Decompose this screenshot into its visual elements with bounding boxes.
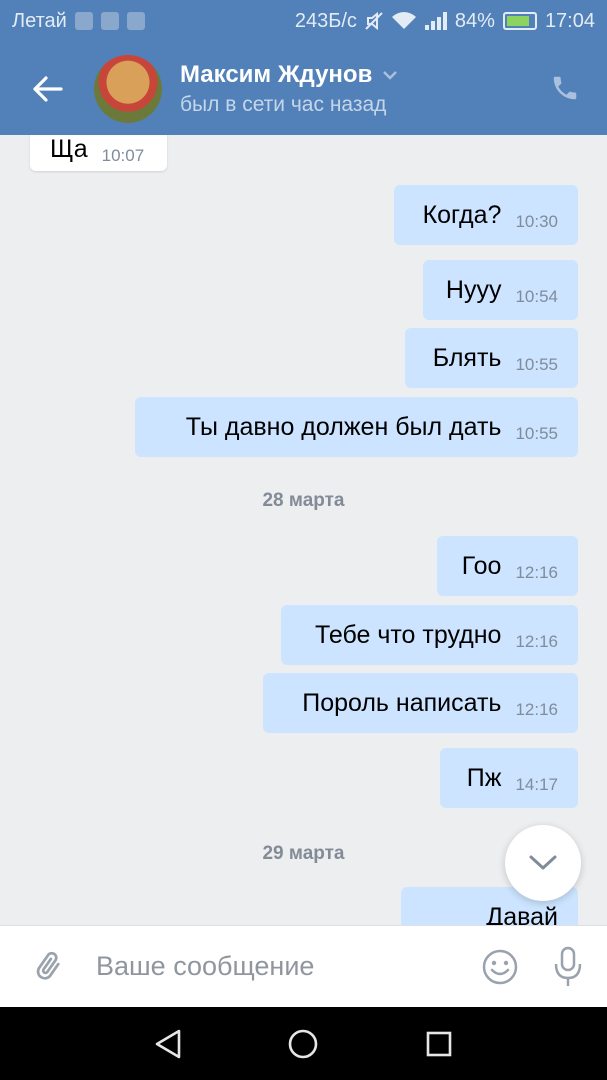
message-text: Давай (486, 903, 558, 925)
paperclip-icon (36, 951, 60, 980)
back-button[interactable] (0, 42, 96, 135)
avatar[interactable] (94, 54, 162, 123)
emoji-button[interactable] (471, 926, 529, 1008)
triangle-back-icon (155, 1029, 181, 1058)
message-text: Ща (50, 135, 88, 163)
message-time: 12:16 (515, 632, 558, 651)
clock: 17:04 (544, 9, 595, 32)
message-time: 10:54 (515, 287, 558, 306)
phone-icon (553, 76, 577, 100)
message-bubble[interactable]: Тебе что трудно 12:16 (281, 605, 578, 665)
attach-button[interactable] (0, 926, 96, 1008)
contact-name: Максим Ждунов (180, 60, 373, 88)
network-speed: 243Б/с (294, 9, 357, 32)
message-time: 14:17 (515, 775, 558, 794)
message-time: 12:16 (515, 563, 558, 582)
app-notification-icon (100, 12, 119, 30)
message-bubble[interactable]: Блять 10:55 (405, 328, 578, 388)
message-input[interactable] (96, 951, 471, 982)
message-bubble[interactable]: Гоо 12:16 (437, 536, 578, 596)
chat-header: Максим Ждунов был в сети час назад (0, 42, 607, 135)
system-nav-bar (0, 1007, 607, 1080)
message-time: 10:55 (515, 355, 558, 374)
call-button[interactable] (545, 68, 585, 108)
message-text: Пж (466, 763, 502, 792)
arrow-left-icon (33, 75, 63, 102)
status-bar: Летай 243Б/с 84% 17:04 (0, 0, 607, 42)
message-bubble[interactable]: Ты давно должен был дать 10:55 (135, 397, 578, 457)
message-time: 10:55 (515, 424, 558, 443)
message-text: Нууу (445, 275, 502, 304)
square-recents-icon (426, 1031, 452, 1056)
message-text: Пороль написать (302, 688, 502, 717)
message-time: 10:07 (101, 146, 145, 165)
message-text: Когда? (422, 200, 502, 229)
message-bubble[interactable]: Ща 10:07 (30, 135, 167, 171)
message-time: 12:16 (515, 700, 558, 719)
chevron-down-icon (529, 855, 557, 870)
carrier-label: Летай (12, 9, 67, 32)
music-notification-icon (74, 12, 93, 30)
wifi-icon (391, 12, 416, 29)
message-text: Ты давно должен был дать (185, 412, 502, 441)
message-text: Блять (432, 343, 502, 372)
message-bubble[interactable]: Нууу 10:54 (423, 260, 578, 320)
smile-icon (482, 949, 518, 984)
message-text: Гоо (461, 551, 502, 580)
battery-percent: 84% (454, 9, 495, 32)
message-bubble[interactable]: Пороль написать 12:16 (263, 673, 578, 733)
message-time: 10:30 (515, 212, 558, 231)
nav-back-button[interactable] (138, 1014, 198, 1074)
scroll-down-button[interactable] (505, 825, 581, 901)
date-separator: 28 марта (262, 490, 345, 511)
message-list[interactable]: Ща 10:07 Когда? 10:30 Нууу 10:54 Блять 1… (0, 135, 607, 925)
image-notification-icon (126, 12, 145, 30)
nav-home-button[interactable] (273, 1014, 333, 1074)
top-bar: Летай 243Б/с 84% 17:04 Максим Ждунов был… (0, 0, 607, 135)
message-bubble[interactable]: Когда? 10:30 (394, 185, 578, 245)
microphone-icon (554, 946, 582, 986)
mute-icon (365, 11, 383, 31)
message-bubble[interactable]: Пж 14:17 (440, 748, 578, 808)
voice-message-button[interactable] (529, 926, 607, 1008)
circle-home-icon (289, 1029, 318, 1058)
contact-info[interactable]: Максим Ждунов был в сети час назад (180, 61, 398, 117)
nav-recents-button[interactable] (409, 1014, 469, 1074)
contact-status: был в сети час назад (180, 92, 387, 116)
chevron-down-icon (383, 70, 398, 80)
signal-icon (424, 12, 447, 30)
message-text: Тебе что трудно (314, 620, 502, 649)
message-composer (0, 925, 607, 1007)
battery-icon (502, 12, 537, 30)
